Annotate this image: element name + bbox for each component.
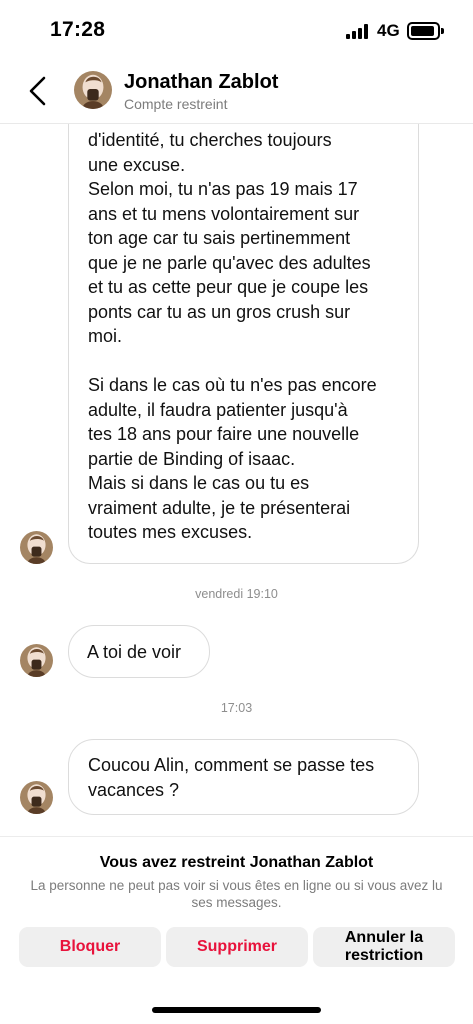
message-line: une excuse. xyxy=(88,154,186,175)
signal-icon xyxy=(346,24,370,39)
message-line: adulte, il faudra patienter jusqu'à xyxy=(88,399,348,420)
battery-level xyxy=(411,26,434,36)
contact-name[interactable]: Jonathan Zablot xyxy=(124,71,278,94)
message-line: toutes mes excuses. xyxy=(88,522,253,542)
battery-icon xyxy=(407,22,440,40)
back-button[interactable] xyxy=(24,74,54,108)
home-indicator[interactable] xyxy=(152,1007,321,1013)
delete-label: Supprimer xyxy=(196,938,277,955)
restriction-title: Vous avez restreint Jonathan Zablot xyxy=(99,854,374,871)
sender-avatar[interactable] xyxy=(20,644,53,677)
message-line: vacances ? xyxy=(88,779,180,800)
sender-avatar[interactable] xyxy=(20,531,53,564)
message-line: Mais si dans le cas ou tu es xyxy=(88,473,310,493)
block-label: Bloquer xyxy=(59,938,121,955)
sender-avatar[interactable] xyxy=(20,781,53,814)
message-line: Coucou Alin, comment se passe tes xyxy=(88,755,375,775)
message-bubble-short[interactable]: A toi de voir xyxy=(68,625,210,678)
header-avatar[interactable] xyxy=(74,71,112,109)
battery-cap xyxy=(441,28,444,34)
chevron-left-icon xyxy=(29,76,46,106)
block-button[interactable]: Bloquer xyxy=(19,927,161,967)
message-line: tes 18 ans pour faire une nouvelle xyxy=(88,424,360,444)
restricted-label: Compte restreint xyxy=(124,96,228,112)
unrestrict-button[interactable]: Annuler la restriction xyxy=(313,927,455,967)
message-line: Si dans le cas où tu n'es pas encore xyxy=(88,375,377,395)
message-line: moi. xyxy=(88,326,123,346)
timestamp: vendredi 19:10 xyxy=(195,587,278,601)
restriction-description: La personne ne peut pas voir si vous ête… xyxy=(30,878,443,910)
message-line: vraiment adulte, je te présenterai xyxy=(88,497,351,518)
message-bubble-mid[interactable]: Coucou Alin, comment se passe tes vacance… xyxy=(68,739,419,815)
message-line: Selon moi, tu n'as pas 19 mais 17 xyxy=(88,179,358,199)
message-line: ton age car tu sais pertinemment xyxy=(88,228,351,248)
message-text: A toi de voir xyxy=(87,642,182,662)
status-bar: 17:28 4G xyxy=(0,0,473,60)
network-type: 4G xyxy=(377,21,400,40)
message-line: d'identité, tu cherches toujours xyxy=(88,130,332,150)
timestamp: 17:03 xyxy=(220,701,253,715)
status-time: 17:28 xyxy=(50,18,106,41)
message-line: ans et tu mens volontairement sur xyxy=(88,203,360,224)
delete-button[interactable]: Supprimer xyxy=(166,927,308,967)
unrestrict-label: Annuler la restriction xyxy=(344,929,424,964)
message-bubble-long[interactable]: d'identité, tu cherches toujours une excu… xyxy=(68,112,419,564)
restriction-panel: Vous avez restreint Jonathan Zablot La p… xyxy=(0,836,473,1024)
message-line: partie de Binding of isaac. xyxy=(88,448,296,469)
message-line: que je ne parle qu'avec des adultes xyxy=(88,252,371,273)
message-line: ponts car tu as un gros crush sur xyxy=(88,301,351,322)
message-line: et tu as cette peur que je coupe les xyxy=(88,277,369,297)
chat-header: Jonathan Zablot Compte restreint xyxy=(0,60,473,124)
